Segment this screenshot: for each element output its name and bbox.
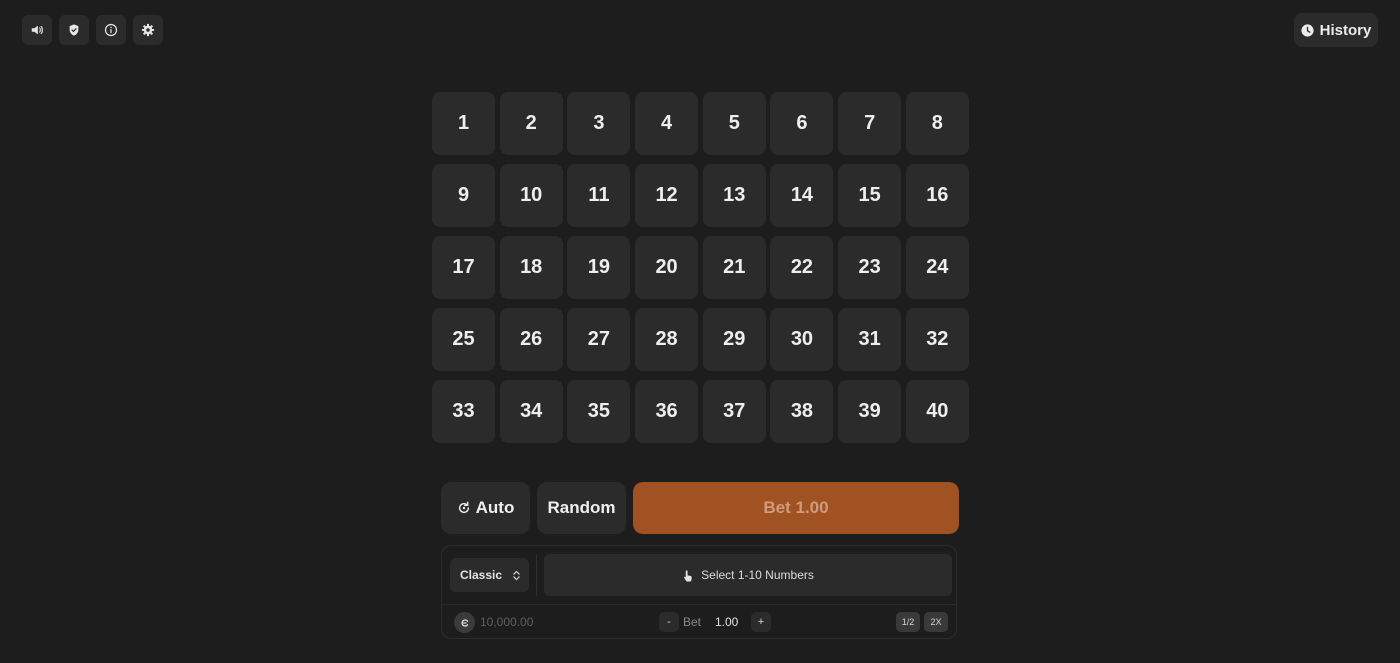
decrease-bet-button[interactable]: -: [659, 612, 679, 632]
random-button[interactable]: Random: [537, 482, 626, 534]
number-tile[interactable]: 11: [567, 164, 631, 227]
hint-text: Select 1-10 Numbers: [701, 568, 814, 582]
number-grid: 1 2 3 4 5 6 7 8 9 10 11 12 13 14 15 16 17 18 19 20 21 22 23 24 2…: [432, 92, 969, 443]
divider: [536, 554, 537, 596]
number-tile[interactable]: 28: [635, 308, 699, 371]
volume-icon: [31, 25, 43, 35]
number-tile[interactable]: 4: [635, 92, 699, 155]
number-tile[interactable]: 34: [499, 380, 563, 443]
number-tile[interactable]: 27: [567, 308, 631, 371]
number-tile[interactable]: 35: [567, 380, 631, 443]
number-tile[interactable]: 6: [770, 92, 834, 155]
bet-amount-input[interactable]: 1.00: [715, 615, 738, 629]
mode-value: Classic: [460, 568, 503, 582]
number-tile[interactable]: 37: [702, 380, 766, 443]
number-tile[interactable]: 9: [432, 164, 495, 227]
number-tile[interactable]: 1: [432, 92, 495, 155]
auto-label: Auto: [475, 498, 515, 517]
info-button[interactable]: [96, 15, 126, 45]
bet-label: Bet 1.00: [763, 498, 829, 517]
bet-button[interactable]: Bet 1.00: [633, 482, 959, 534]
balance-value: 10,000.00: [480, 615, 534, 629]
number-tile[interactable]: 14: [770, 164, 834, 227]
refresh-icon: [458, 501, 469, 514]
mode-select[interactable]: Classic: [450, 558, 529, 592]
double-bet-button[interactable]: 2X: [924, 612, 948, 632]
info-icon: [104, 23, 118, 37]
number-tile[interactable]: 24: [905, 236, 969, 299]
settings-icon: [141, 23, 155, 37]
number-tile[interactable]: 12: [635, 164, 699, 227]
number-tile[interactable]: 25: [432, 308, 495, 371]
number-tile[interactable]: 40: [905, 380, 969, 443]
shield-icon: [69, 24, 79, 36]
number-tile[interactable]: 23: [838, 236, 902, 299]
number-tile[interactable]: 36: [635, 380, 699, 443]
increase-bet-button[interactable]: +: [751, 612, 771, 632]
number-tile[interactable]: 8: [905, 92, 969, 155]
history-label: History: [1319, 21, 1372, 39]
currency-icon: [454, 612, 475, 633]
number-tile[interactable]: 15: [838, 164, 902, 227]
auto-button[interactable]: Auto: [441, 482, 530, 534]
number-tile[interactable]: 39: [838, 380, 902, 443]
number-tile[interactable]: 30: [770, 308, 834, 371]
number-tile[interactable]: 2: [499, 92, 563, 155]
volume-button[interactable]: [22, 15, 52, 45]
number-tile[interactable]: 22: [770, 236, 834, 299]
number-tile[interactable]: 32: [905, 308, 969, 371]
number-tile[interactable]: 7: [838, 92, 902, 155]
number-tile[interactable]: 18: [499, 236, 563, 299]
number-tile[interactable]: 29: [702, 308, 766, 371]
number-tile[interactable]: 20: [635, 236, 699, 299]
clock-icon: [1301, 23, 1314, 37]
number-tile[interactable]: 13: [702, 164, 766, 227]
selection-hint: Select 1-10 Numbers: [544, 554, 952, 596]
settings-button[interactable]: [133, 15, 163, 45]
fairness-button[interactable]: [59, 15, 89, 45]
random-label: Random: [547, 498, 616, 517]
number-tile[interactable]: 16: [905, 164, 969, 227]
divider: [442, 604, 956, 605]
number-tile[interactable]: 33: [432, 380, 495, 443]
number-tile[interactable]: 5: [702, 92, 766, 155]
number-tile[interactable]: 38: [770, 380, 834, 443]
bet-panel: Classic Select 1-10 Numbers 10,000.00 - …: [441, 545, 957, 639]
number-tile[interactable]: 17: [432, 236, 495, 299]
number-tile[interactable]: 10: [499, 164, 563, 227]
bet-field-label: Bet: [683, 615, 702, 629]
chevron-up-down-icon: [513, 570, 520, 580]
half-bet-button[interactable]: 1/2: [896, 612, 920, 632]
history-button[interactable]: History: [1294, 13, 1378, 47]
pointer-hand-icon: [684, 569, 692, 581]
number-tile[interactable]: 3: [567, 92, 631, 155]
number-tile[interactable]: 31: [838, 308, 902, 371]
number-tile[interactable]: 26: [499, 308, 563, 371]
number-tile[interactable]: 19: [567, 236, 631, 299]
number-tile[interactable]: 21: [702, 236, 766, 299]
